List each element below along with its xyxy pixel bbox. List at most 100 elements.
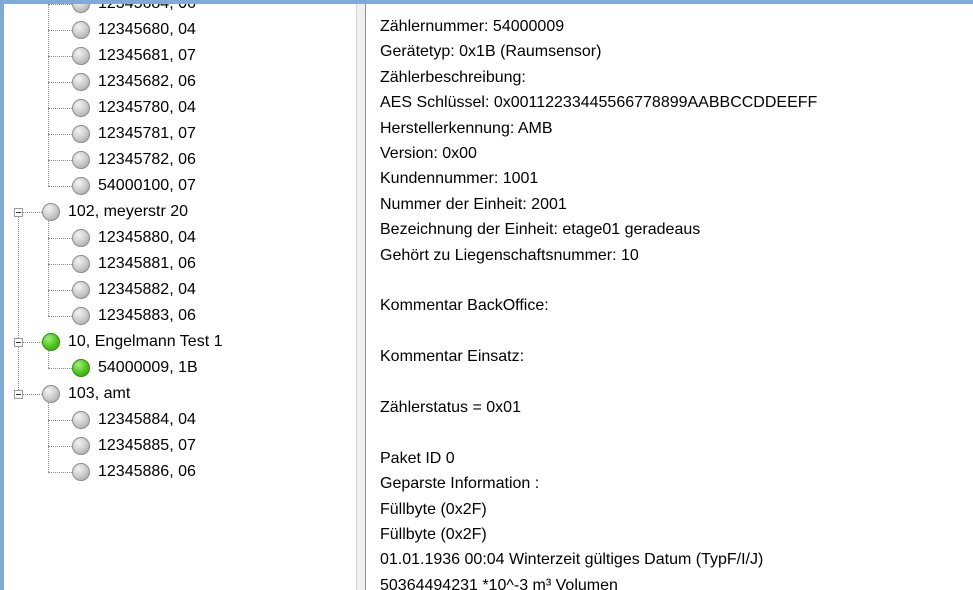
tree-connector bbox=[48, 108, 72, 109]
status-dot-icon bbox=[42, 203, 60, 221]
status-dot-icon bbox=[42, 333, 60, 351]
tree-node-label: 12345781, 07 bbox=[98, 125, 196, 142]
status-dot-icon bbox=[72, 437, 90, 455]
detail-line: Zählerbeschreibung: bbox=[380, 69, 526, 86]
tree-node-label: 54000100, 07 bbox=[98, 177, 196, 194]
tree-connector bbox=[48, 472, 72, 473]
tree-group-node[interactable]: 103, amt bbox=[42, 381, 130, 407]
tree-connector bbox=[23, 394, 42, 395]
tree-meter-node[interactable]: 12345886, 06 bbox=[72, 459, 196, 485]
detail-line: Zählerstatus = 0x01 bbox=[380, 399, 521, 416]
tree-meter-node[interactable]: 12345883, 06 bbox=[72, 303, 196, 329]
tree-node-label: 12345684, 06 bbox=[98, 4, 196, 13]
detail-line: Kundennummer: 1001 bbox=[380, 170, 539, 187]
tree-connector bbox=[48, 160, 72, 161]
detail-line: Herstellerkennung: AMB bbox=[380, 120, 553, 137]
tree-node-label: 12345880, 04 bbox=[98, 229, 196, 246]
tree-node-label: 102, meyerstr 20 bbox=[68, 203, 189, 220]
tree-meter-node[interactable]: 12345781, 07 bbox=[72, 121, 196, 147]
detail-line: 01.01.1936 00:04 Winterzeit gültiges Dat… bbox=[380, 551, 764, 568]
detail-line: 50364494231 *10^-3 m³ Volumen bbox=[380, 577, 618, 590]
tree-connector bbox=[48, 368, 72, 369]
status-dot-icon bbox=[42, 385, 60, 403]
tree-connector bbox=[48, 290, 72, 291]
tree-connector bbox=[48, 221, 49, 316]
status-dot-icon bbox=[72, 73, 90, 91]
status-dot-icon bbox=[72, 229, 90, 247]
tree-connector bbox=[48, 4, 49, 186]
tree-connector bbox=[48, 82, 72, 83]
tree-connector bbox=[48, 316, 72, 317]
status-dot-icon bbox=[72, 463, 90, 481]
status-dot-icon bbox=[72, 4, 90, 13]
tree-connector bbox=[48, 446, 72, 447]
tree-connector bbox=[48, 134, 72, 135]
detail-line: Gehört zu Liegenschaftsnummer: 10 bbox=[380, 247, 639, 264]
pane-splitter[interactable] bbox=[356, 4, 366, 590]
tree-connector bbox=[48, 238, 72, 239]
status-dot-icon bbox=[72, 255, 90, 273]
status-dot-icon bbox=[72, 47, 90, 65]
tree-meter-node[interactable]: 12345681, 07 bbox=[72, 43, 196, 69]
collapse-icon[interactable] bbox=[14, 208, 23, 217]
tree-connector bbox=[48, 420, 72, 421]
tree-meter-node[interactable]: 12345884, 04 bbox=[72, 407, 196, 433]
detail-line: Bezeichnung der Einheit: etage01 geradea… bbox=[380, 221, 701, 238]
detail-line: Füllbyte (0x2F) bbox=[380, 501, 487, 518]
detail-line: Kommentar Einsatz: bbox=[380, 348, 525, 365]
tree-connector bbox=[48, 351, 49, 368]
detail-line: Nummer der Einheit: 2001 bbox=[380, 196, 567, 213]
detail-line: Paket ID 0 bbox=[380, 450, 455, 467]
status-dot-icon bbox=[72, 307, 90, 325]
tree-group-node[interactable]: 10, Engelmann Test 1 bbox=[42, 329, 222, 355]
status-dot-icon bbox=[72, 359, 90, 377]
tree-meter-node[interactable]: 12345782, 06 bbox=[72, 147, 196, 173]
tree-node-label: 12345883, 06 bbox=[98, 307, 196, 324]
device-tree[interactable]: 12345684, 06 12345680, 04 12345681, 07 1234… bbox=[4, 4, 356, 590]
tree-connector bbox=[48, 264, 72, 265]
status-dot-icon bbox=[72, 411, 90, 429]
tree-node-label: 103, amt bbox=[68, 385, 131, 402]
detail-line: Geparste Information : bbox=[380, 475, 540, 492]
app-window: 12345684, 06 12345680, 04 12345681, 07 1234… bbox=[0, 0, 973, 590]
tree-meter-node[interactable]: 12345882, 04 bbox=[72, 277, 196, 303]
status-dot-icon bbox=[72, 99, 90, 117]
tree-group-node[interactable]: 102, meyerstr 20 bbox=[42, 199, 188, 225]
tree-meter-node[interactable]: 54000100, 07 bbox=[72, 173, 196, 199]
tree-connector bbox=[48, 186, 72, 187]
collapse-icon[interactable] bbox=[14, 390, 23, 399]
detail-line: Kommentar BackOffice: bbox=[380, 297, 549, 314]
tree-connector bbox=[23, 212, 42, 213]
tree-connector bbox=[48, 30, 72, 31]
tree-meter-node[interactable]: 12345680, 04 bbox=[72, 17, 196, 43]
status-dot-icon bbox=[72, 177, 90, 195]
status-dot-icon bbox=[72, 21, 90, 39]
detail-line: Zählernummer: 54000009 bbox=[380, 18, 565, 35]
tree-meter-node[interactable]: 12345885, 07 bbox=[72, 433, 196, 459]
tree-meter-node[interactable]: 12345682, 06 bbox=[72, 69, 196, 95]
tree-node-label: 12345885, 07 bbox=[98, 437, 196, 454]
tree-connector bbox=[48, 403, 49, 472]
detail-line: Gerätetyp: 0x1B (Raumsensor) bbox=[380, 43, 602, 60]
status-dot-icon bbox=[72, 151, 90, 169]
tree-meter-node[interactable]: 12345881, 06 bbox=[72, 251, 196, 277]
tree-meter-node[interactable]: 54000009, 1B bbox=[72, 355, 198, 381]
status-dot-icon bbox=[72, 281, 90, 299]
tree-connector bbox=[48, 56, 72, 57]
tree-node-label: 12345681, 07 bbox=[98, 47, 196, 64]
tree-connector bbox=[18, 208, 19, 390]
detail-line: Füllbyte (0x2F) bbox=[380, 526, 487, 543]
tree-meter-node[interactable]: 12345780, 04 bbox=[72, 95, 196, 121]
tree-node-label: 54000009, 1B bbox=[98, 359, 198, 376]
tree-meter-node[interactable]: 12345880, 04 bbox=[72, 225, 196, 251]
tree-node-label: 12345680, 04 bbox=[98, 21, 196, 38]
detail-line: AES Schlüssel: 0x00112233445566778899AAB… bbox=[380, 94, 818, 111]
tree-node-label: 12345882, 04 bbox=[98, 281, 196, 298]
detail-text-area[interactable]: Zählernummer: 54000009 Gerätetyp: 0x1B (R… bbox=[366, 4, 973, 590]
status-dot-icon bbox=[72, 125, 90, 143]
tree-node-label: 12345886, 06 bbox=[98, 463, 196, 480]
tree-node-label: 12345884, 04 bbox=[98, 411, 196, 428]
collapse-icon[interactable] bbox=[14, 338, 23, 347]
detail-line: Version: 0x00 bbox=[380, 145, 477, 162]
tree-meter-node[interactable]: 12345684, 06 bbox=[72, 4, 196, 17]
